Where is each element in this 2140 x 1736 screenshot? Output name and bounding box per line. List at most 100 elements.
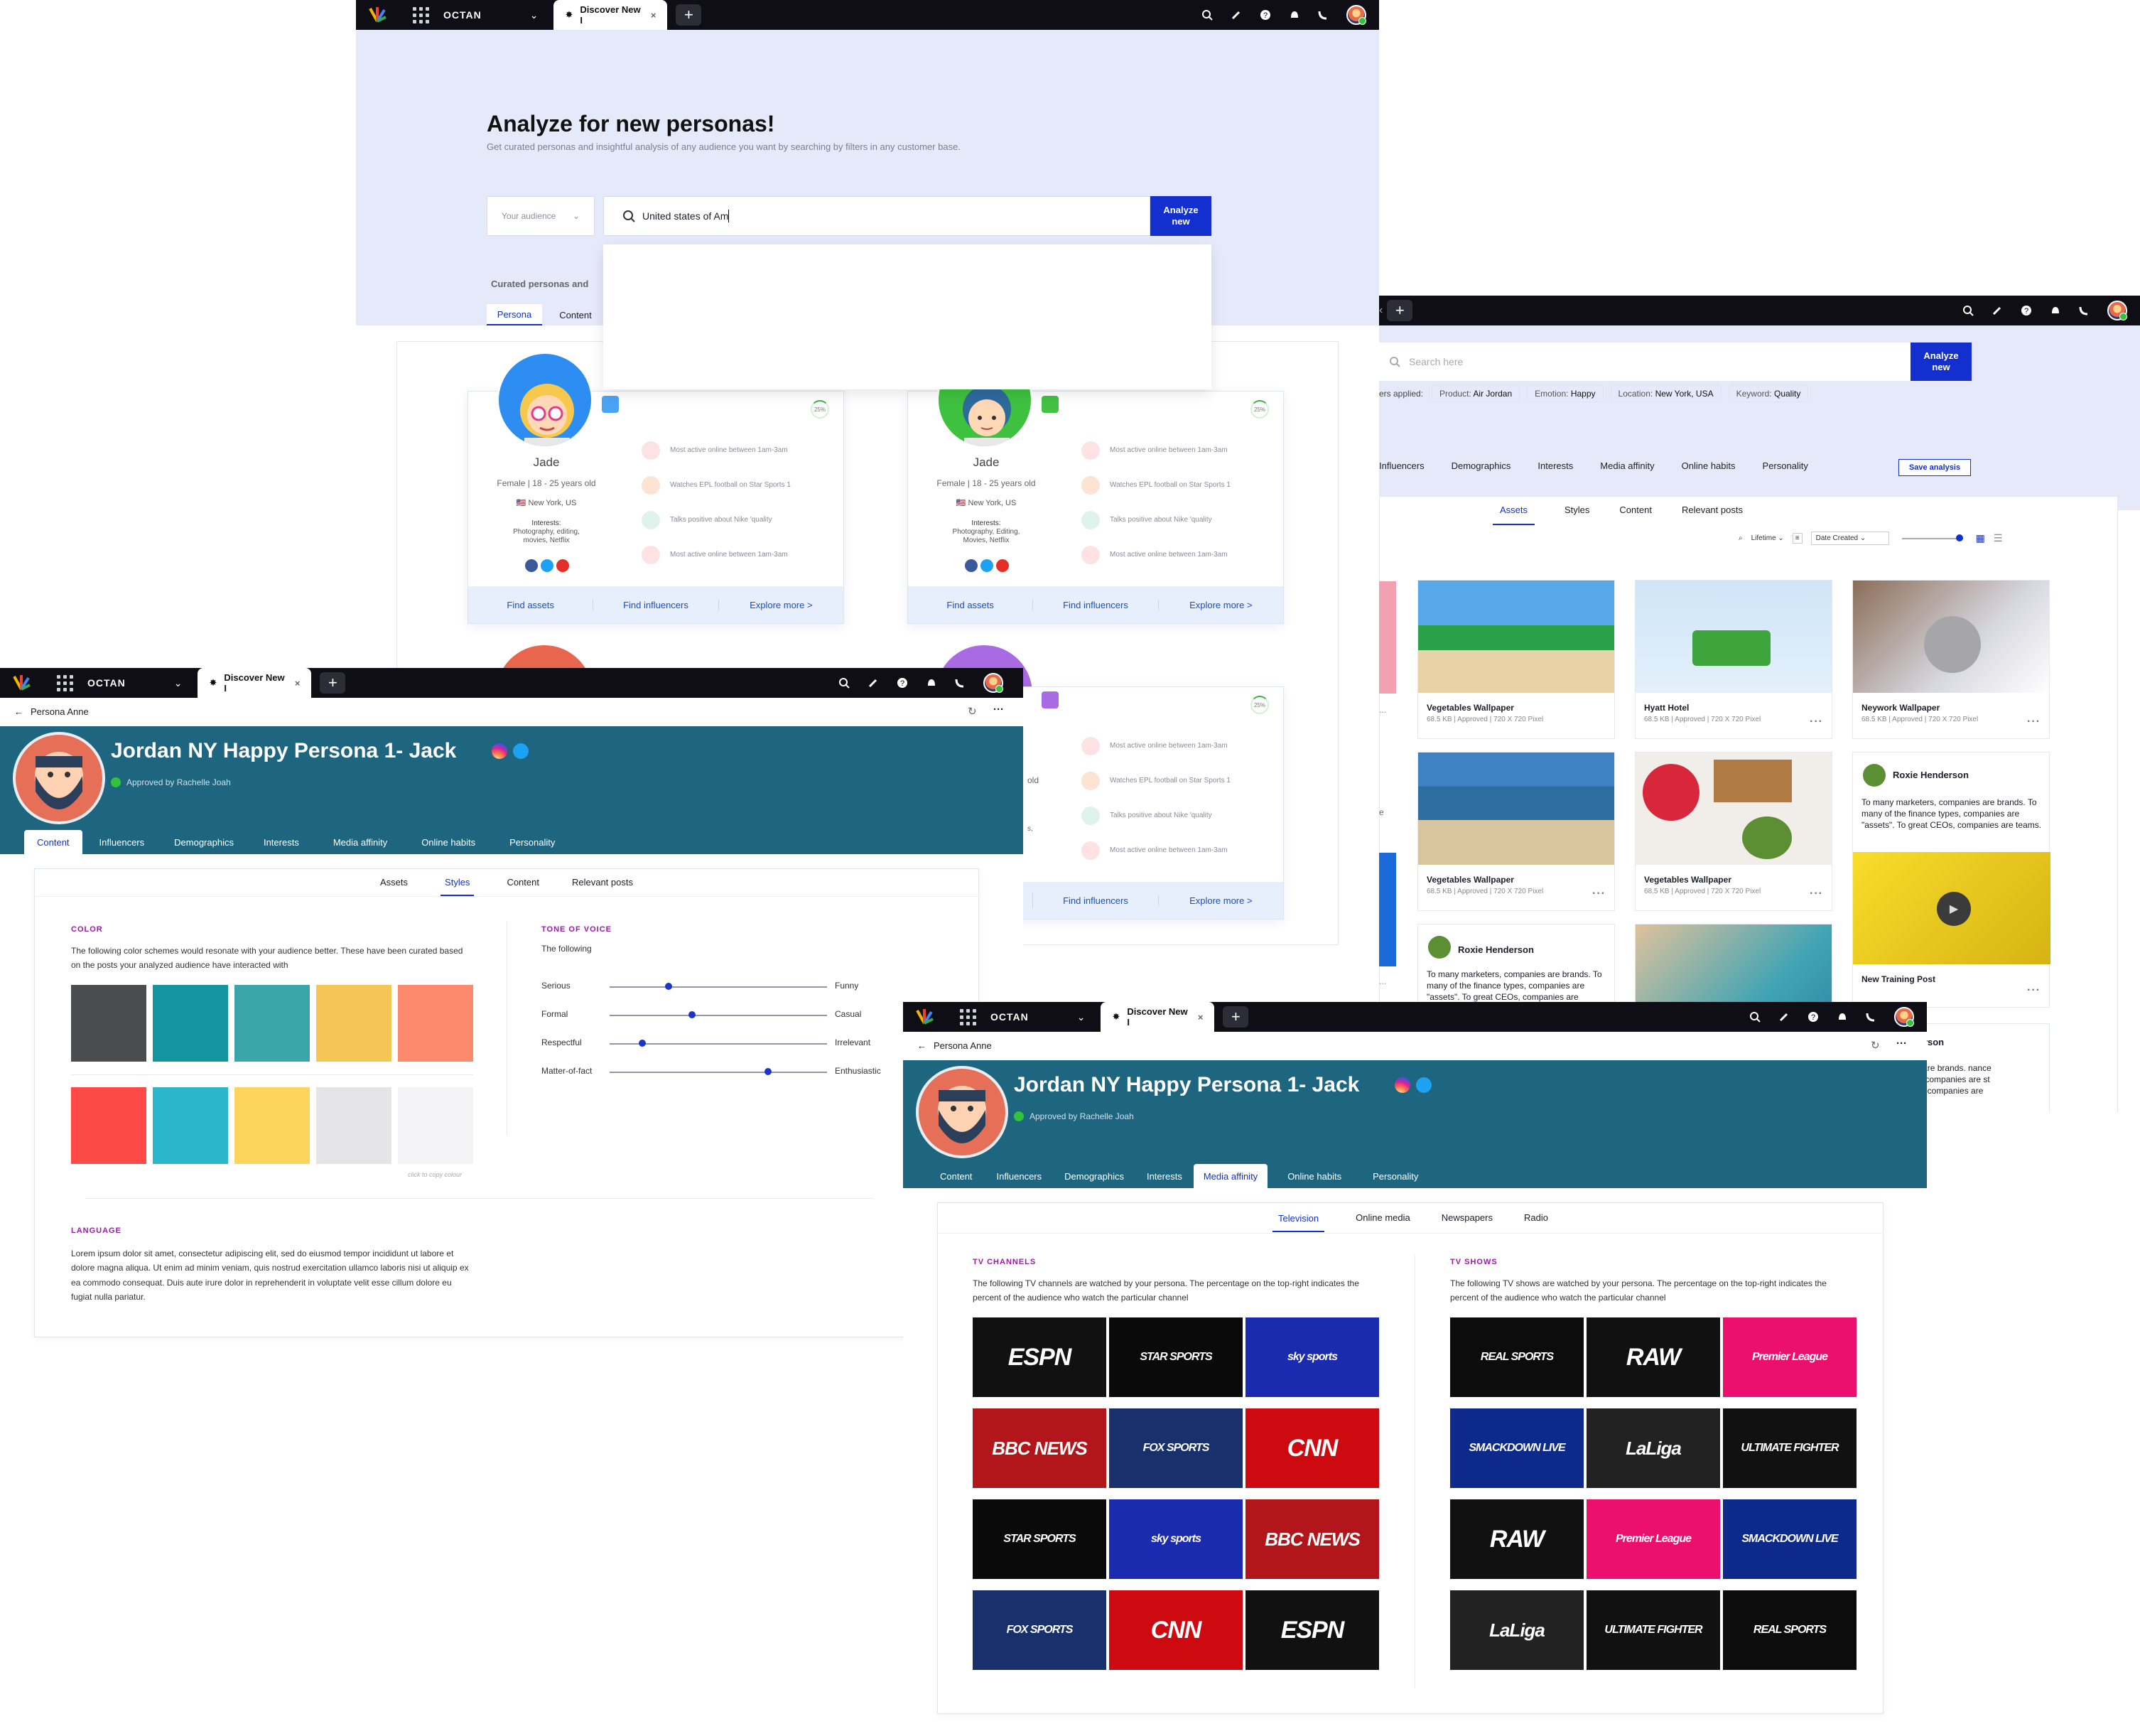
- more-options-icon[interactable]: ···: [993, 703, 1004, 716]
- search-icon[interactable]: [1962, 305, 1974, 316]
- nav-demographics[interactable]: Demographics: [161, 830, 247, 854]
- facebook-icon[interactable]: [965, 559, 978, 572]
- slider-knob[interactable]: [638, 1040, 646, 1047]
- new-tab-button[interactable]: +: [676, 4, 702, 26]
- nav-personality[interactable]: Personality: [1361, 1164, 1430, 1188]
- apps-grid-icon[interactable]: [57, 674, 73, 691]
- explore-more-link[interactable]: Explore more >: [719, 600, 843, 610]
- nav-online-habits[interactable]: Online habits: [1268, 1164, 1361, 1188]
- search-input[interactable]: United states of Am: [603, 196, 1150, 236]
- nav-demographics[interactable]: Demographics: [1053, 1164, 1135, 1188]
- bell-icon[interactable]: [1290, 9, 1299, 21]
- nav-interests[interactable]: Interests: [1538, 460, 1573, 471]
- tv-show-tile[interactable]: SMACKDOWN LIVE: [1723, 1499, 1857, 1579]
- find-influencers-link[interactable]: Find influencers: [1033, 895, 1159, 906]
- nav-influencers[interactable]: Influencers: [985, 1164, 1054, 1188]
- explore-more-link[interactable]: Explore more >: [1159, 600, 1283, 610]
- analyze-new-button[interactable]: Analyze new: [1911, 343, 1972, 381]
- more-options-icon[interactable]: ···: [1896, 1037, 1907, 1050]
- arrow-left-icon[interactable]: ←: [917, 1040, 926, 1051]
- color-swatch[interactable]: [71, 985, 146, 1062]
- color-swatch[interactable]: [153, 985, 228, 1062]
- new-tab-button[interactable]: +: [1223, 1006, 1249, 1028]
- tab-styles[interactable]: Styles: [441, 868, 475, 896]
- search-icon[interactable]: [1201, 9, 1213, 21]
- more-options-icon[interactable]: ···: [1592, 888, 1606, 900]
- color-swatch[interactable]: [234, 1087, 310, 1164]
- nav-demographics[interactable]: Demographics: [1452, 460, 1511, 471]
- sort-select[interactable]: Date Created ⌄: [1810, 532, 1889, 545]
- search-icon[interactable]: [1749, 1011, 1761, 1023]
- tab-content[interactable]: Content: [1619, 505, 1652, 525]
- search-icon[interactable]: ⌕: [1739, 534, 1743, 542]
- play-icon[interactable]: ▶: [1937, 892, 1971, 926]
- nav-media-affinity[interactable]: Media affinity: [1600, 460, 1654, 471]
- bell-icon[interactable]: [926, 677, 936, 689]
- find-assets-link[interactable]: Find assets: [908, 599, 1034, 610]
- filter-chip[interactable]: Product: Air Jordan: [1432, 385, 1520, 402]
- nav-interests[interactable]: Interests: [247, 830, 316, 854]
- tv-channel-tile[interactable]: FOX SPORTS: [1109, 1408, 1243, 1488]
- youtube-icon[interactable]: [556, 559, 569, 572]
- color-swatch[interactable]: [153, 1087, 228, 1164]
- more-options-icon[interactable]: ···: [2027, 984, 2041, 997]
- filter-chip[interactable]: Location: New York, USA: [1610, 385, 1722, 402]
- edit-icon[interactable]: [1779, 1012, 1789, 1022]
- list-view-icon[interactable]: ☰: [1994, 532, 2003, 544]
- twitter-icon[interactable]: [1416, 1077, 1432, 1093]
- color-swatch[interactable]: [398, 985, 473, 1062]
- instagram-icon[interactable]: [492, 743, 507, 759]
- tv-channel-tile[interactable]: BBC NEWS: [973, 1408, 1106, 1488]
- nav-media-affinity[interactable]: Media affinity: [316, 830, 404, 854]
- asset-card[interactable]: Vegetables Wallpaper 68.5 KB | Approved …: [1635, 752, 1832, 911]
- refresh-icon[interactable]: ↻: [968, 705, 977, 718]
- phone-icon[interactable]: [955, 678, 965, 688]
- tv-channel-tile[interactable]: BBC NEWS: [1245, 1499, 1379, 1579]
- tv-show-tile[interactable]: RAW: [1587, 1317, 1720, 1397]
- tv-channel-tile[interactable]: sky sports: [1245, 1317, 1379, 1397]
- nav-content[interactable]: Content: [24, 830, 82, 854]
- tv-show-tile[interactable]: ULTIMATE FIGHTER: [1587, 1590, 1720, 1670]
- twitter-icon[interactable]: [980, 559, 993, 572]
- help-icon[interactable]: ?: [1807, 1011, 1819, 1023]
- twitter-icon[interactable]: [513, 743, 529, 759]
- asset-card[interactable]: Neywork Wallpaper 68.5 KB | Approved | 7…: [1852, 580, 2050, 739]
- tab-persona[interactable]: Persona: [487, 304, 542, 325]
- chevron-down-icon[interactable]: ⌄: [174, 677, 183, 689]
- tv-show-tile[interactable]: ULTIMATE FIGHTER: [1723, 1408, 1857, 1488]
- tab-television[interactable]: Television: [1272, 1203, 1325, 1232]
- browser-tab[interactable]: ✸ Discover New I ×: [198, 668, 312, 698]
- save-analysis-button[interactable]: Save analysis: [1898, 459, 1971, 476]
- tab-newspapers[interactable]: Newspapers: [1442, 1212, 1493, 1223]
- arrow-left-icon[interactable]: ←: [14, 706, 23, 717]
- color-swatch[interactable]: [316, 985, 391, 1062]
- tv-channel-tile[interactable]: CNN: [1109, 1590, 1243, 1670]
- help-icon[interactable]: ?: [897, 677, 908, 689]
- bell-icon[interactable]: [1837, 1011, 1847, 1023]
- tv-channel-tile[interactable]: sky sports: [1109, 1499, 1243, 1579]
- edit-icon[interactable]: [1992, 306, 2002, 316]
- tv-channel-tile[interactable]: STAR SPORTS: [1109, 1317, 1243, 1397]
- color-swatch[interactable]: [398, 1087, 473, 1164]
- browser-tab[interactable]: ✸ Discover New I ×: [553, 0, 668, 30]
- avatar[interactable]: [2107, 301, 2127, 320]
- help-icon[interactable]: ?: [1260, 9, 1271, 21]
- tab-content[interactable]: Content: [548, 304, 603, 325]
- tv-show-tile[interactable]: Premier League: [1723, 1317, 1857, 1397]
- avatar[interactable]: [1346, 5, 1366, 25]
- more-options-icon[interactable]: ···: [1810, 716, 1823, 728]
- tone-slider[interactable]: [610, 1011, 827, 1018]
- color-swatch[interactable]: [316, 1087, 391, 1164]
- nav-personality[interactable]: Personality: [492, 830, 572, 854]
- tv-show-tile[interactable]: RAW: [1450, 1499, 1584, 1579]
- slider-knob[interactable]: [664, 983, 672, 990]
- tv-show-tile[interactable]: LaLiga: [1587, 1408, 1720, 1488]
- tv-show-tile[interactable]: REAL SPORTS: [1723, 1590, 1857, 1670]
- tv-channel-tile[interactable]: ESPN: [973, 1317, 1106, 1397]
- tv-show-tile[interactable]: SMACKDOWN LIVE: [1450, 1408, 1584, 1488]
- search-input[interactable]: Search here: [1379, 343, 1911, 381]
- nav-influencers[interactable]: Influencers: [82, 830, 162, 854]
- nav-online-habits[interactable]: Online habits: [1682, 460, 1736, 471]
- color-swatch[interactable]: [234, 985, 310, 1062]
- tab-assets[interactable]: Assets: [380, 877, 408, 888]
